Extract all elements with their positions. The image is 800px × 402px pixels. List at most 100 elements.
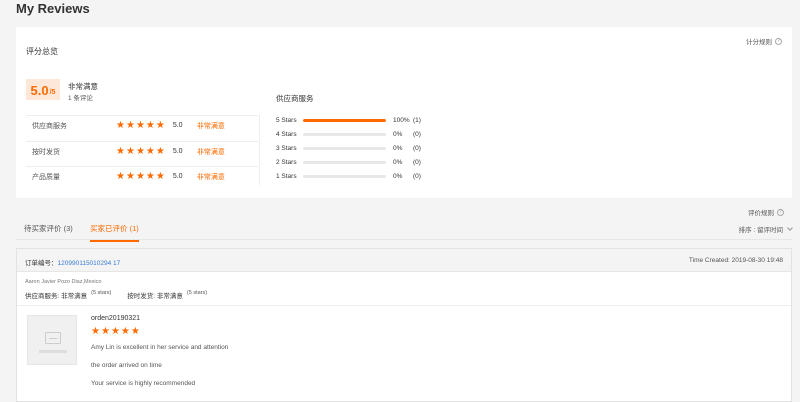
dist-bar-track: [303, 146, 386, 150]
distribution-row-3: 3 Stars 0% (0): [276, 143, 427, 153]
score-unit: /5: [49, 89, 56, 96]
rating-label: 产品质量: [32, 173, 60, 181]
star-icon: ★: [155, 119, 165, 131]
distribution-row-1: 1 Stars 0% (0): [276, 171, 427, 181]
rating-label: 供应商服务: [32, 122, 67, 130]
image-placeholder-icon: [45, 332, 61, 344]
review-tabs: 待买家评价 (3) 买家已评价 (1) 排序 : 留评时间: [16, 216, 793, 242]
question-icon: ?: [777, 208, 784, 216]
review-stars: ★ ★ ★ ★ ★: [91, 327, 140, 337]
rating-stars: ★ ★ ★ ★ ★: [116, 145, 165, 157]
sort-label: 排序 : 留评时间: [738, 227, 783, 234]
scoring-rules-link[interactable]: 计分规则 ?: [746, 36, 782, 46]
dist-count: (1): [413, 116, 421, 124]
dist-label: 5 Stars: [276, 116, 297, 124]
rating-row-product-quality: 产品质量 ★ ★ ★ ★ ★ 5.0 非常满意: [26, 166, 258, 186]
order-number-label: 订单编号：: [25, 260, 58, 267]
dist-bar-fill: [303, 118, 386, 122]
star-icon: ★: [135, 119, 145, 131]
dist-percent: 0%: [393, 158, 403, 166]
rating-score: 5.0: [172, 173, 183, 180]
dist-count: (0): [413, 158, 421, 166]
order-number-link[interactable]: 120990115010294 17: [58, 260, 121, 267]
star-icon: ★: [125, 119, 135, 131]
review-overview-card: 评分总览 计分规则 ? 5.0/5 非常满意 1 条评论 供应商服务 ★ ★ ★ ★ ★…: [16, 27, 792, 198]
dist-percent: 0%: [393, 172, 403, 180]
tab-buyer-reviewed[interactable]: 买家已评价 (1): [90, 223, 139, 242]
star-icon: ★: [125, 170, 135, 182]
dist-count: (0): [413, 130, 421, 138]
dist-label: 2 Stars: [276, 158, 297, 166]
distribution-row-5: 5 Stars 100% (1): [276, 115, 427, 125]
dist-bar-track: [303, 132, 386, 136]
rating-level: 非常满意: [196, 173, 225, 181]
buyer-ratings: 供应商服务: 非常满意 (5 stars) 按时发货: 非常满意 (5 star…: [25, 290, 219, 300]
rating-row-supplier-service: 供应商服务 ★ ★ ★ ★ ★ 5.0 非常满意: [26, 115, 258, 135]
distribution-title: 供应商服务: [276, 94, 314, 103]
dist-percent: 0%: [393, 144, 403, 152]
star-icon: ★: [155, 170, 165, 182]
star-icon: ★: [145, 145, 155, 157]
dist-label: 1 Stars: [276, 172, 297, 180]
overall-level: 非常满意: [68, 82, 98, 91]
buyer-name: Aaron Javier Pozo Diaz,Mexico: [25, 279, 102, 285]
order-header: 订单编号：120990115010294 17 Time Created: 20…: [17, 249, 791, 272]
star-icon: ★: [135, 170, 145, 182]
page-title: My Reviews: [16, 1, 90, 16]
star-icon: ★: [116, 145, 125, 157]
supplier-service-rating: 供应商服务: 非常满意: [25, 293, 88, 300]
dist-bar-track: [303, 118, 386, 122]
star-icon: ★: [145, 170, 155, 182]
star-icon: ★: [130, 326, 140, 337]
star-icon: ★: [120, 326, 130, 337]
star-icon: ★: [145, 119, 155, 131]
dist-label: 4 Stars: [276, 130, 297, 138]
overall-score: 5.0: [30, 83, 49, 98]
dist-count: (0): [413, 144, 421, 152]
placeholder-caption: [39, 350, 67, 353]
rating-label: 按时发货: [32, 148, 60, 156]
rating-stars: ★ ★ ★ ★ ★: [116, 119, 165, 131]
star-icon: ★: [125, 145, 135, 157]
time-created: Time Created: 2019-08-30 19:48: [688, 257, 783, 264]
distribution-row-2: 2 Stars 0% (0): [276, 157, 427, 167]
rating-score: 5.0: [172, 148, 183, 155]
review-text-line: Amy Lin is excellent in her service and …: [91, 344, 229, 351]
rating-level: 非常满意: [196, 122, 225, 130]
review-text-line: Your service is highly recommended: [91, 380, 196, 387]
overview-title: 评分总览: [26, 47, 58, 56]
sort-dropdown[interactable]: 排序 : 留评时间: [738, 224, 793, 234]
star-icon: ★: [110, 326, 120, 337]
review-text-line: the order arrived on time: [91, 362, 162, 369]
star-icon: ★: [135, 145, 145, 157]
review-title: orden20190321: [91, 315, 141, 322]
divider: [17, 305, 791, 306]
dist-percent: 100%: [393, 116, 410, 124]
dist-bar-track: [303, 174, 386, 178]
overview-divider: [259, 115, 260, 185]
star-icon: ★: [100, 326, 110, 337]
order-number-row: 订单编号：120990115010294 17: [25, 257, 120, 267]
overall-score-badge: 5.0/5: [26, 79, 60, 100]
rating-row-on-time-delivery: 按时发货 ★ ★ ★ ★ ★ 5.0 非常满意: [26, 141, 258, 161]
star-icon: ★: [155, 145, 165, 157]
question-icon: ?: [775, 37, 782, 45]
product-thumbnail[interactable]: [27, 315, 77, 365]
scoring-rules-label: 计分规则: [746, 39, 772, 46]
distribution-row-4: 4 Stars 0% (0): [276, 129, 427, 139]
delivery-stars: (5 stars): [186, 290, 208, 296]
tab-pending-reviews[interactable]: 待买家评价 (3): [24, 223, 73, 240]
rating-score: 5.0: [172, 122, 183, 129]
dist-count: (0): [413, 172, 421, 180]
delivery-rating: 按时发货: 非常满意: [127, 293, 183, 300]
dist-bar-track: [303, 160, 386, 164]
supplier-service-stars: (5 stars): [91, 290, 112, 296]
dist-percent: 0%: [393, 130, 403, 138]
star-icon: ★: [91, 326, 100, 337]
order-review-card: 订单编号：120990115010294 17 Time Created: 20…: [16, 248, 792, 402]
star-icon: ★: [116, 119, 125, 131]
rating-stars: ★ ★ ★ ★ ★: [116, 170, 165, 182]
rating-level: 非常满意: [196, 148, 225, 156]
dist-label: 3 Stars: [276, 144, 297, 152]
chevron-down-icon: [787, 225, 793, 231]
